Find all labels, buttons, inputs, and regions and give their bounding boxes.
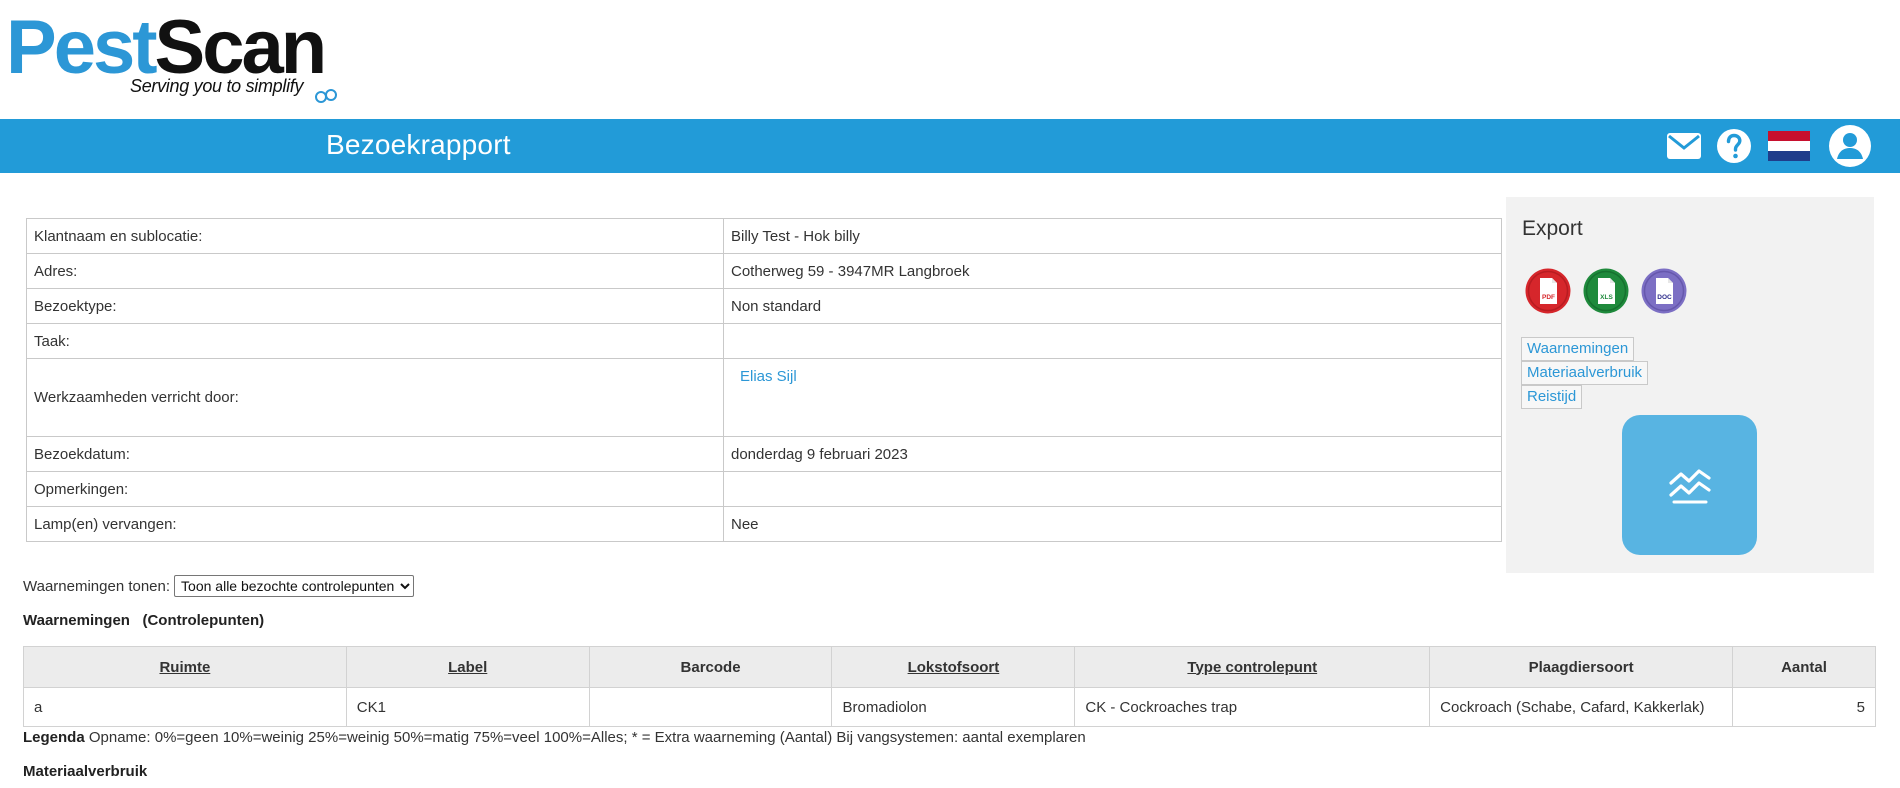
col-lokstofsoort[interactable]: Lokstofsoort <box>831 646 1076 688</box>
client-label: Klantnaam en sublocatie: <box>26 218 724 254</box>
address-value: Cotherweg 59 - 3947MR Langbroek <box>723 253 1502 289</box>
visit-date-label: Bezoekdatum: <box>26 436 724 472</box>
info-row-address: Adres: Cotherweg 59 - 3947MR Langbroek <box>26 253 1502 289</box>
legend: Legenda Opname: 0%=geen 10%=weinig 25%=w… <box>23 729 1086 746</box>
col-barcode: Barcode <box>588 646 833 688</box>
remarks-label: Opmerkingen: <box>26 471 724 507</box>
export-panel: Export PDF XLS DOC Waarnemingen Materiaa… <box>1506 197 1874 573</box>
doc-icon-label: DOC <box>1657 294 1672 301</box>
address-label: Adres: <box>26 253 724 289</box>
col-aantal: Aantal <box>1732 646 1876 688</box>
visit-type-label: Bezoektype: <box>26 288 724 324</box>
legend-text: Opname: 0%=geen 10%=weinig 25%=weinig 50… <box>84 729 1086 746</box>
pdf-icon[interactable]: PDF <box>1525 268 1571 314</box>
cell-plaagdiersoort: Cockroach (Schabe, Cafard, Kakkerlak) <box>1429 687 1734 727</box>
performed-by-cell: Elias Sijl <box>723 358 1502 437</box>
observations-filter: Waarnemingen tonen: Toon alle bezochte c… <box>23 575 415 597</box>
remarks-value <box>723 471 1502 507</box>
col-ruimte[interactable]: Ruimte <box>23 646 347 688</box>
col-type-controlepunt-label[interactable]: Type controlepunt <box>1187 659 1317 676</box>
visit-info-table: Klantnaam en sublocatie: Billy Test - Ho… <box>26 218 1502 542</box>
export-link-materiaalverbruik[interactable]: Materiaalverbruik <box>1521 361 1649 385</box>
info-row-remarks: Opmerkingen: <box>26 471 1502 507</box>
info-row-performed-by: Werkzaamheden verricht door: Elias Sijl <box>26 358 1502 437</box>
logo-wordmark: PestScan <box>6 10 327 86</box>
filter-select[interactable]: Toon alle bezochte controlepunten <box>174 575 415 597</box>
lamps-value: Nee <box>723 506 1502 542</box>
cell-label: CK1 <box>345 687 590 727</box>
pestscan-logo: PestScan Serving you to simplify <box>6 10 337 103</box>
page-title: Bezoekrapport <box>326 129 511 160</box>
visit-date-value: donderdag 9 februari 2023 <box>723 436 1502 472</box>
info-row-visit-type: Bezoektype: Non standard <box>26 288 1502 324</box>
col-label-label[interactable]: Label <box>448 659 487 676</box>
material-title: Materiaalverbruik <box>23 763 148 780</box>
user-icon[interactable] <box>1828 123 1872 169</box>
col-type-controlepunt[interactable]: Type controlepunt <box>1074 646 1431 688</box>
observations-header-row: Ruimte Label Barcode Lokstofsoort Type c… <box>23 646 1876 688</box>
col-lokstofsoort-label[interactable]: Lokstofsoort <box>908 659 1000 676</box>
info-row-visit-date: Bezoekdatum: donderdag 9 februari 2023 <box>26 436 1502 472</box>
task-label: Taak: <box>26 323 724 359</box>
table-row: a CK1 Bromadiolon CK - Cockroaches trap … <box>23 687 1876 727</box>
cell-ruimte: a <box>23 687 347 727</box>
logo-tagline: Serving you to simplify <box>130 76 304 96</box>
cell-lokstofsoort: Bromadiolon <box>831 687 1076 727</box>
technician-link[interactable]: Elias Sijl <box>740 368 797 385</box>
col-label[interactable]: Label <box>345 646 590 688</box>
filter-label: Waarnemingen tonen: <box>23 577 171 595</box>
legend-title: Legenda <box>23 729 85 746</box>
client-value: Billy Test - Hok billy <box>723 218 1502 254</box>
xls-icon-label: XLS <box>1600 294 1613 301</box>
export-title: Export <box>1522 217 1583 240</box>
visit-type-value: Non standard <box>723 288 1502 324</box>
signature-icon <box>1668 469 1711 504</box>
observations-title: Waarnemingen (Controlepunten) <box>23 612 265 629</box>
info-row-lamps: Lamp(en) vervangen: Nee <box>26 506 1502 542</box>
export-link-waarnemingen[interactable]: Waarnemingen <box>1521 337 1635 361</box>
cell-barcode <box>588 687 833 727</box>
doc-icon[interactable]: DOC <box>1641 268 1687 314</box>
xls-icon[interactable]: XLS <box>1583 268 1629 314</box>
dutch-flag-icon[interactable] <box>1768 127 1810 165</box>
col-plaagdiersoort: Plaagdiersoort <box>1429 646 1734 688</box>
lamps-label: Lamp(en) vervangen: <box>26 506 724 542</box>
header-bar: Bezoekrapport <box>0 119 1900 173</box>
performed-by-label: Werkzaamheden verricht door: <box>26 358 724 437</box>
logo-bug-icon <box>315 89 337 103</box>
help-icon[interactable] <box>1715 127 1753 165</box>
col-ruimte-label[interactable]: Ruimte <box>159 659 210 676</box>
task-value <box>723 323 1502 359</box>
cell-type-controlepunt: CK - Cockroaches trap <box>1074 687 1431 727</box>
info-row-client: Klantnaam en sublocatie: Billy Test - Ho… <box>26 218 1502 254</box>
export-link-reistijd[interactable]: Reistijd <box>1521 385 1583 409</box>
mail-icon[interactable] <box>1666 127 1702 165</box>
pdf-icon-label: PDF <box>1542 294 1555 301</box>
signature-button[interactable] <box>1622 415 1757 555</box>
observations-table: Ruimte Label Barcode Lokstofsoort Type c… <box>23 646 1876 727</box>
cell-aantal: 5 <box>1732 687 1876 727</box>
info-row-task: Taak: <box>26 323 1502 359</box>
